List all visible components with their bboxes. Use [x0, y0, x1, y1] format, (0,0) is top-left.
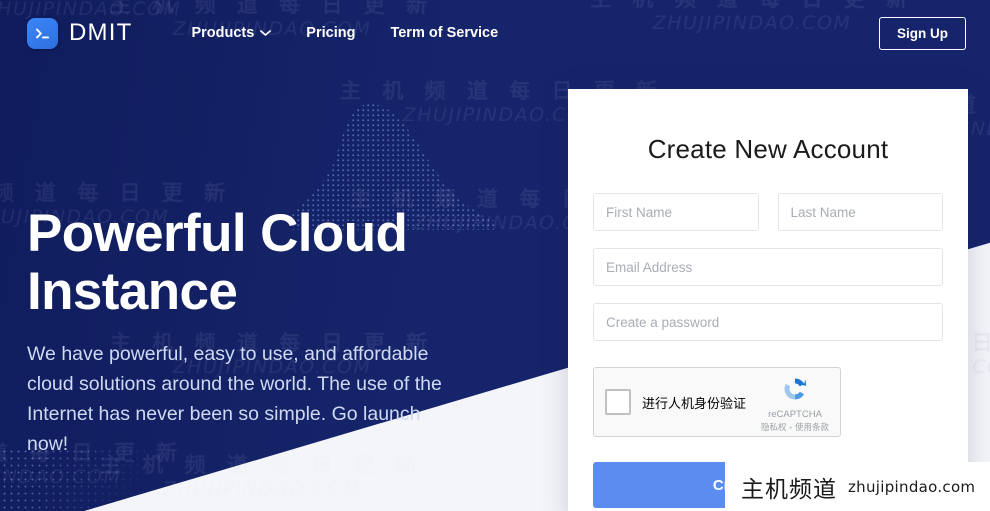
nav-item-products[interactable]: Products [191, 25, 272, 41]
recaptcha-brand-name: reCAPTCHA [768, 409, 822, 420]
main-nav: Products Pricing Term of Service [191, 25, 498, 41]
nav-item-pricing[interactable]: Pricing [306, 25, 355, 41]
nav-item-label: Products [191, 25, 255, 41]
signup-card-title: Create New Account [647, 134, 889, 164]
recaptcha-logo-icon [784, 378, 807, 400]
nav-item-label: Pricing [306, 25, 356, 41]
password-input[interactable] [593, 303, 943, 341]
recaptcha-branding: reCAPTCHA 隐私权 - 使用条款 [759, 375, 831, 433]
nav-item-term-of-service[interactable]: Term of Service [390, 25, 498, 41]
watermark-badge-cn: 主机频道 [741, 476, 837, 503]
terminal-prompt-icon [27, 17, 58, 49]
watermark-badge-en: zhujipindao.com [848, 477, 976, 496]
recaptcha-terms-link[interactable]: 隐私权 - 使用条款 [759, 421, 831, 433]
hero-title: Powerful Cloud Instance [27, 204, 408, 321]
hero-subtitle: We have powerful, easy to use, and affor… [27, 343, 442, 455]
recaptcha-checkbox[interactable] [605, 389, 631, 415]
last-name-input[interactable] [777, 193, 943, 231]
chevron-down-icon [260, 30, 272, 36]
signup-button[interactable]: Sign Up [879, 16, 966, 50]
site-header: DMIT Products Pricing Term of Service Si… [0, 0, 990, 66]
recaptcha-label: 进行人机身份验证 [642, 396, 747, 412]
nav-item-label: Term of Service [390, 25, 499, 41]
signup-form: 进行人机身份验证 reCAPTCHA 隐私权 - 使用条款 Creat [593, 193, 943, 508]
brand-logo[interactable]: DMIT [27, 17, 133, 49]
brand-name: DMIT [69, 19, 133, 46]
first-name-input[interactable] [593, 193, 759, 231]
recaptcha-widget[interactable]: 进行人机身份验证 reCAPTCHA 隐私权 - 使用条款 [593, 367, 841, 437]
name-row [593, 193, 943, 231]
signup-card: Create New Account 进行人机身份验证 [568, 89, 968, 511]
email-input[interactable] [593, 248, 943, 286]
page-root: 主 机 频 道 每 日 更 新 ZHUJIPINDAO.COM 主 机 频 道 … [0, 0, 990, 511]
hero-section: Powerful Cloud Instance We have powerful… [27, 205, 457, 459]
watermark-badge: 主机频道 zhujipindao.com [725, 462, 990, 511]
